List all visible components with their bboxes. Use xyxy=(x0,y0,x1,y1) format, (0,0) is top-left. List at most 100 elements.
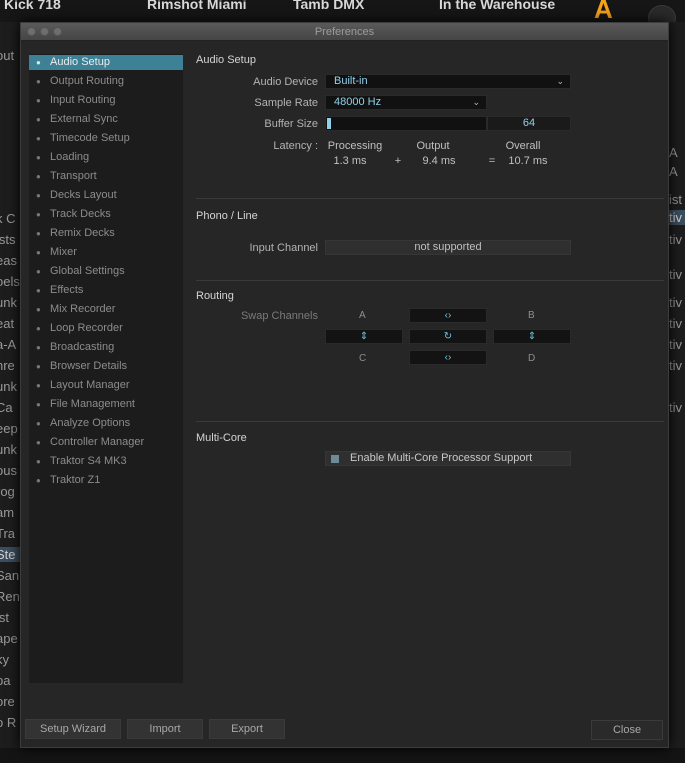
sidebar-item-label: Analyze Options xyxy=(50,417,131,429)
sidebar-item-browser-details[interactable]: ● Browser Details xyxy=(29,359,183,374)
sidebar-item-controller-manager[interactable]: ● Controller Manager xyxy=(29,435,183,450)
bullet-icon: ● xyxy=(36,362,41,371)
background-track-fragment: eep xyxy=(0,421,18,436)
setup-wizard-button[interactable]: Setup Wizard xyxy=(25,719,121,739)
sample-rate-select[interactable]: 48000 Hz ⌄ xyxy=(325,95,487,110)
sidebar-item-loop-recorder[interactable]: ● Loop Recorder xyxy=(29,321,183,336)
reset-routing-button[interactable]: ↻ xyxy=(409,329,487,344)
bullet-icon: ● xyxy=(36,134,41,143)
bullet-icon: ● xyxy=(36,172,41,181)
processing-value: 1.3 ms xyxy=(333,155,367,167)
buffer-size-slider[interactable] xyxy=(325,116,487,131)
background-track-fragment: Ren xyxy=(0,589,20,604)
import-button[interactable]: Import xyxy=(127,719,203,739)
sidebar-item-label: Controller Manager xyxy=(50,436,145,448)
bullet-icon: ● xyxy=(36,381,41,390)
bullet-icon: ● xyxy=(36,305,41,314)
sidebar-item-audio-setup[interactable]: ● Audio Setup xyxy=(29,55,183,70)
bullet-icon: ● xyxy=(36,267,41,276)
sidebar-item-output-routing[interactable]: ● Output Routing xyxy=(29,74,183,89)
bullet-icon: ● xyxy=(36,153,41,162)
swap-a-c-button[interactable]: ⇕ xyxy=(325,329,403,344)
chevron-down-icon: ⌄ xyxy=(556,76,564,86)
multi-core-option[interactable]: Enable Multi-Core Processor Support xyxy=(325,451,571,466)
sidebar-item-analyze-options[interactable]: ● Analyze Options xyxy=(29,416,183,431)
background-track-fragment: o R xyxy=(0,715,17,730)
background-track-fragment: unk xyxy=(0,295,17,310)
export-button[interactable]: Export xyxy=(209,719,285,739)
zoom-window-button[interactable] xyxy=(53,27,62,36)
sidebar-item-broadcasting[interactable]: ● Broadcasting xyxy=(29,340,183,355)
window-titlebar: Preferences xyxy=(21,23,668,41)
sidebar-item-timecode-setup[interactable]: ● Timecode Setup xyxy=(29,131,183,146)
audio-device-label: Audio Device xyxy=(253,76,318,88)
sidebar-item-layout-manager[interactable]: ● Layout Manager xyxy=(29,378,183,393)
section-divider xyxy=(196,421,664,422)
chevron-down-icon: ⌄ xyxy=(472,97,480,107)
background-track-fragment: tiv xyxy=(669,358,682,373)
sidebar-item-loading[interactable]: ● Loading xyxy=(29,150,183,165)
background-track-fragment: Tra xyxy=(0,526,16,541)
background-track-fragment: ky xyxy=(0,652,9,667)
background-track-fragment: A xyxy=(669,145,678,160)
swap-b-d-button[interactable]: ⇕ xyxy=(493,329,571,344)
bullet-icon: ● xyxy=(36,438,41,447)
audio-device-select[interactable]: Built-in ⌄ xyxy=(325,74,571,89)
sidebar-item-label: Effects xyxy=(50,284,84,296)
swap-a-b-button[interactable]: ‹› xyxy=(409,308,487,323)
sidebar-item-external-sync[interactable]: ● External Sync xyxy=(29,112,183,127)
channel-c-label: C xyxy=(359,353,367,364)
routing-heading: Routing xyxy=(196,290,234,302)
bullet-icon: ● xyxy=(36,77,41,86)
sidebar-item-file-management[interactable]: ● File Management xyxy=(29,397,183,412)
background-track-fragment: oels xyxy=(0,274,20,289)
audio-device-value: Built-in xyxy=(334,75,368,87)
multi-core-checkbox[interactable] xyxy=(331,455,339,463)
minimize-window-button[interactable] xyxy=(40,27,49,36)
bullet-icon: ● xyxy=(36,457,41,466)
latency-plus-sign: + xyxy=(394,155,402,167)
close-button[interactable]: Close xyxy=(591,720,663,740)
sidebar-item-decks-layout[interactable]: ● Decks Layout xyxy=(29,188,183,203)
sidebar-item-label: Global Settings xyxy=(50,265,125,277)
phono-line-heading: Phono / Line xyxy=(196,210,258,222)
sidebar-item-traktor-z1[interactable]: ● Traktor Z1 xyxy=(29,473,183,488)
sidebar-item-transport[interactable]: ● Transport xyxy=(29,169,183,184)
sidebar-item-global-settings[interactable]: ● Global Settings xyxy=(29,264,183,279)
deck-track-title: Kick 718 xyxy=(4,0,61,12)
sidebar-item-mixer[interactable]: ● Mixer xyxy=(29,245,183,260)
buffer-size-value: 64 xyxy=(487,116,571,131)
sidebar-item-mix-recorder[interactable]: ● Mix Recorder xyxy=(29,302,183,317)
background-track-fragment: Ca xyxy=(0,400,13,415)
background-track-fragment: unk xyxy=(0,442,17,457)
background-track-fragment: unk xyxy=(0,379,17,394)
background-track-fragment: ists xyxy=(0,232,16,247)
background-track-fragment: tiv xyxy=(669,316,682,331)
sidebar-item-effects[interactable]: ● Effects xyxy=(29,283,183,298)
sample-rate-label: Sample Rate xyxy=(254,97,318,109)
output-latency-value: 9.4 ms xyxy=(422,155,456,167)
sidebar-item-label: Decks Layout xyxy=(50,189,117,201)
sidebar-item-track-decks[interactable]: ● Track Decks xyxy=(29,207,183,222)
sidebar-item-label: Loading xyxy=(50,151,90,163)
sidebar-item-label: Traktor Z1 xyxy=(50,474,101,486)
latency-label: Latency : xyxy=(273,140,318,152)
background-browser-right: A Aist tiv tiv tiv tiv tiv tiv tiv tiv xyxy=(668,22,685,763)
background-track-fragment: tiv xyxy=(669,295,682,310)
sidebar-item-label: External Sync xyxy=(50,113,118,125)
sidebar-item-remix-decks[interactable]: ● Remix Decks xyxy=(29,226,183,241)
input-channel-select[interactable]: not supported xyxy=(325,240,571,255)
swap-c-d-button[interactable]: ‹› xyxy=(409,350,487,365)
sidebar-item-traktor-s4-mk3[interactable]: ● Traktor S4 MK3 xyxy=(29,454,183,469)
sidebar-item-input-routing[interactable]: ● Input Routing xyxy=(29,93,183,108)
output-latency-label: Output xyxy=(416,140,450,152)
background-bottom-bar xyxy=(0,748,685,763)
sidebar-item-label: Browser Details xyxy=(50,360,128,372)
overall-latency-value: 10.7 ms xyxy=(508,155,548,167)
close-window-button[interactable] xyxy=(27,27,36,36)
window-title: Preferences xyxy=(314,26,375,38)
multi-core-heading: Multi-Core xyxy=(196,432,247,444)
preferences-window: Preferences ● Audio Setup ● Output Routing ●… xyxy=(20,22,669,748)
background-track-fragment: Ste xyxy=(0,547,22,562)
sidebar-item-label: Broadcasting xyxy=(50,341,115,353)
